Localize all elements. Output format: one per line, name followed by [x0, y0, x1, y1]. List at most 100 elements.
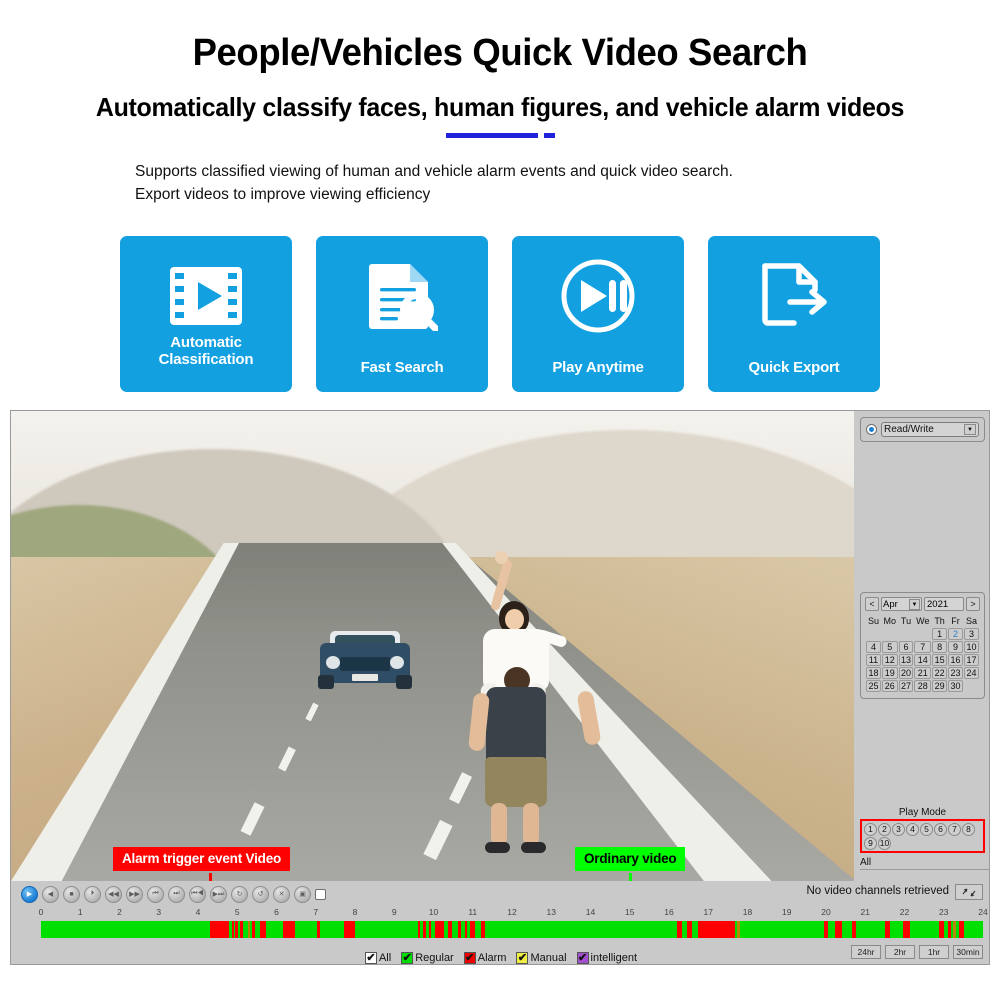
refresh-button[interactable] [955, 884, 983, 900]
scale-button-24hr[interactable]: 24hr [851, 945, 881, 959]
channel-button-9[interactable]: 9 [864, 837, 877, 850]
calendar-day[interactable]: 4 [866, 641, 881, 653]
calendar-day[interactable]: 16 [948, 654, 963, 666]
calendar-day[interactable]: 8 [932, 641, 948, 653]
legend-checkbox[interactable]: ✔ [364, 952, 377, 964]
next-file-button[interactable]: ▶⏭ [210, 885, 227, 903]
calendar-day[interactable]: 1 [932, 628, 948, 640]
read-write-dropdown[interactable]: Read/Write ▼ [881, 422, 979, 437]
calendar-day[interactable]: 22 [932, 667, 948, 679]
calendar-day[interactable]: 20 [898, 667, 914, 679]
feature-card-fast-search[interactable]: Fast Search [316, 236, 488, 392]
calendar-day[interactable]: 5 [881, 641, 898, 653]
channel-button-3[interactable]: 3 [892, 823, 905, 836]
chevron-down-icon[interactable]: ▼ [964, 424, 976, 435]
ruler-tick: 6 [274, 907, 279, 917]
legend-checkbox[interactable]: ✔ [401, 952, 414, 964]
scale-button-1hr[interactable]: 1hr [919, 945, 949, 959]
calendar-prev-button[interactable]: < [865, 597, 879, 611]
calendar-day[interactable]: 30 [948, 680, 963, 692]
channel-button-10[interactable]: 10 [878, 837, 891, 850]
calendar-day[interactable]: 10 [964, 641, 979, 653]
legend-item-alarm[interactable]: ✔ Alarm [463, 952, 506, 964]
channel-button-1[interactable]: 1 [864, 823, 877, 836]
calendar-day[interactable]: 29 [932, 680, 948, 692]
feature-card-quick-export[interactable]: Quick Export [708, 236, 880, 392]
channel-button-7[interactable]: 7 [948, 823, 961, 836]
calendar-day[interactable]: 21 [914, 667, 932, 679]
calendar-day[interactable]: 26 [881, 680, 898, 692]
timeline-scale-buttons: 24hr 2hr 1hr 30min [851, 945, 983, 959]
next-frame-button[interactable]: ⏭ [168, 885, 185, 903]
accent-divider [0, 132, 1000, 138]
channel-button-2[interactable]: 2 [878, 823, 891, 836]
rewind-button[interactable]: ◀◀ [105, 885, 122, 903]
calendar-day[interactable]: 11 [866, 654, 881, 666]
clip-cut-button[interactable]: ✕ [273, 885, 290, 903]
calendar-day[interactable]: 3 [964, 628, 979, 640]
timeline-alarm-segment [209, 921, 229, 938]
reverse-play-button[interactable]: ◀ [42, 885, 59, 903]
calendar-day[interactable]: 13 [898, 654, 914, 666]
video-preview[interactable] [11, 411, 856, 881]
repeat-segment-button[interactable]: ↺ [252, 885, 269, 903]
calendar-day[interactable]: 6 [898, 641, 914, 653]
timeline-alarm-segment [282, 921, 296, 938]
ruler-tick: 11 [468, 907, 478, 917]
legend-checkbox[interactable]: ✔ [463, 952, 476, 964]
slow-forward-button[interactable]: ⏵ [84, 885, 101, 903]
channel-button-5[interactable]: 5 [920, 823, 933, 836]
calendar-day[interactable]: 17 [964, 654, 979, 666]
calendar-day[interactable]: 18 [866, 667, 881, 679]
stop-button[interactable]: ■ [63, 885, 80, 903]
chevron-down-icon[interactable]: ▼ [909, 598, 920, 610]
calendar-day[interactable]: 25 [866, 680, 881, 692]
scale-button-2hr[interactable]: 2hr [885, 945, 915, 959]
scale-button-30min[interactable]: 30min [953, 945, 983, 959]
save-backup-button[interactable]: ▣ [294, 885, 311, 903]
legend-checkbox[interactable]: ✔ [516, 952, 529, 964]
calendar-day[interactable]: 7 [914, 641, 932, 653]
legend-item-manual[interactable]: ✔ Manual [516, 952, 567, 964]
read-write-radio[interactable] [866, 424, 877, 435]
legend-item-intelligent[interactable]: ✔ intelligent [576, 952, 637, 964]
calendar-year-field[interactable]: 2021 [924, 597, 964, 611]
calendar-month-dropdown[interactable]: Apr ▼ [881, 597, 922, 611]
nvr-application-window: Read/Write ▼ < Apr ▼ 2021 > Su Mo Tu We … [10, 410, 990, 965]
fullscreen-toggle[interactable] [315, 888, 326, 900]
divider-long [445, 132, 538, 138]
status-message: No video channels retrieved [806, 885, 949, 897]
calendar-day[interactable]: 27 [898, 680, 914, 692]
channel-button-6[interactable]: 6 [934, 823, 947, 836]
calendar-day[interactable]: 9 [948, 641, 963, 653]
legend-item-regular[interactable]: ✔ Regular [401, 952, 454, 964]
calendar-next-button[interactable]: > [966, 597, 980, 611]
calendar-day-selected[interactable]: 2 [948, 628, 963, 640]
hero-section: People/Vehicles Quick Video Search Autom… [0, 0, 1000, 207]
channel-button-8[interactable]: 8 [962, 823, 975, 836]
ruler-tick: 15 [625, 907, 635, 917]
timeline-ruler: 0 1 2 3 4 5 6 7 8 9 10 11 12 13 14 15 16 17 18 19 20 21 22 23 24 [11, 907, 989, 921]
previous-file-button[interactable]: ⏮◀ [189, 885, 206, 903]
timeline-alarm-segment [823, 921, 829, 938]
calendar-day[interactable]: 28 [914, 680, 932, 692]
channel-filter-input[interactable] [860, 856, 989, 870]
play-button[interactable]: ▶ [21, 885, 38, 903]
feature-card-play-anytime[interactable]: Play Anytime [512, 236, 684, 392]
calendar-day[interactable]: 15 [932, 654, 948, 666]
recording-timeline[interactable] [41, 921, 983, 938]
sidebar-empty-area [854, 442, 989, 592]
previous-frame-button[interactable]: ⏮ [147, 885, 164, 903]
legend-item-all[interactable]: ✔ All [364, 952, 391, 964]
channel-button-4[interactable]: 4 [906, 823, 919, 836]
fast-forward-button[interactable]: ▶▶ [126, 885, 143, 903]
calendar-day[interactable]: 24 [964, 667, 979, 679]
channel-selector-highlight: 1 2 3 4 5 6 7 8 9 10 [860, 819, 985, 853]
legend-checkbox[interactable]: ✔ [576, 952, 589, 964]
loop-playback-button[interactable]: ↻ [231, 885, 248, 903]
calendar-day[interactable]: 14 [914, 654, 932, 666]
calendar-day[interactable]: 12 [881, 654, 898, 666]
feature-card-automatic-classification[interactable]: Automatic Classification [120, 236, 292, 392]
calendar-day[interactable]: 23 [948, 667, 963, 679]
calendar-day[interactable]: 19 [881, 667, 898, 679]
